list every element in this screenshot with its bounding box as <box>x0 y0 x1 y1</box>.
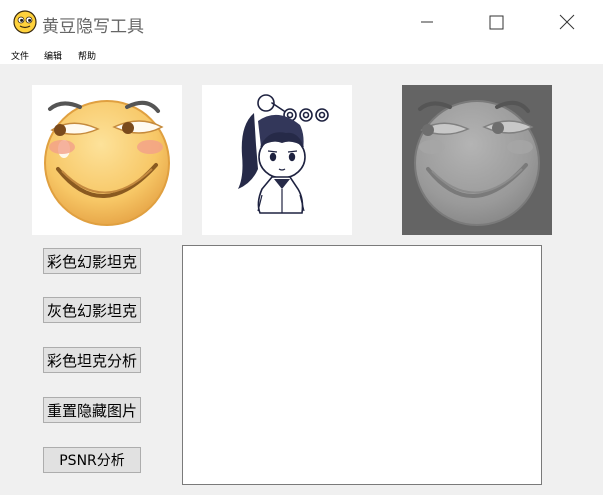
color-phantom-tank-button[interactable]: 彩色幻影坦克 <box>43 248 141 274</box>
close-button[interactable] <box>544 0 590 44</box>
maximize-button[interactable] <box>473 0 519 44</box>
cover-image-color-smiley <box>32 85 182 235</box>
menu-bar: 文件 编辑 帮助 <box>0 44 603 64</box>
anime-girl-icon <box>238 94 329 214</box>
hidden-image-anime-character <box>202 85 352 235</box>
output-text-area[interactable] <box>182 245 542 485</box>
smiley-face-icon <box>13 10 37 34</box>
smirk-emoji-icon <box>44 100 170 226</box>
close-icon <box>559 14 575 30</box>
menu-edit[interactable]: 编辑 <box>44 49 62 62</box>
menu-help[interactable]: 帮助 <box>78 49 96 62</box>
maximize-icon <box>489 15 503 29</box>
button-label: 重置隐藏图片 <box>46 401 137 420</box>
psnr-analysis-button[interactable]: PSNR分析 <box>43 447 141 473</box>
color-tank-analysis-button[interactable]: 彩色坦克分析 <box>43 347 141 373</box>
result-image-gray-smiley <box>402 85 552 235</box>
reset-hidden-image-button[interactable]: 重置隐藏图片 <box>43 397 141 423</box>
smirk-emoji-gray-icon <box>414 100 540 226</box>
button-label: 灰色幻影坦克 <box>46 301 137 320</box>
gray-phantom-tank-button[interactable]: 灰色幻影坦克 <box>43 297 141 323</box>
menu-file[interactable]: 文件 <box>11 49 29 62</box>
button-label: 彩色幻影坦克 <box>46 252 137 271</box>
title-bar[interactable]: 黄豆隐写工具 <box>0 0 603 44</box>
minimize-button[interactable] <box>404 0 450 44</box>
window-title: 黄豆隐写工具 <box>42 17 144 37</box>
button-label: PSNR分析 <box>59 453 125 469</box>
minimize-icon <box>421 21 433 23</box>
button-label: 彩色坦克分析 <box>46 351 137 370</box>
